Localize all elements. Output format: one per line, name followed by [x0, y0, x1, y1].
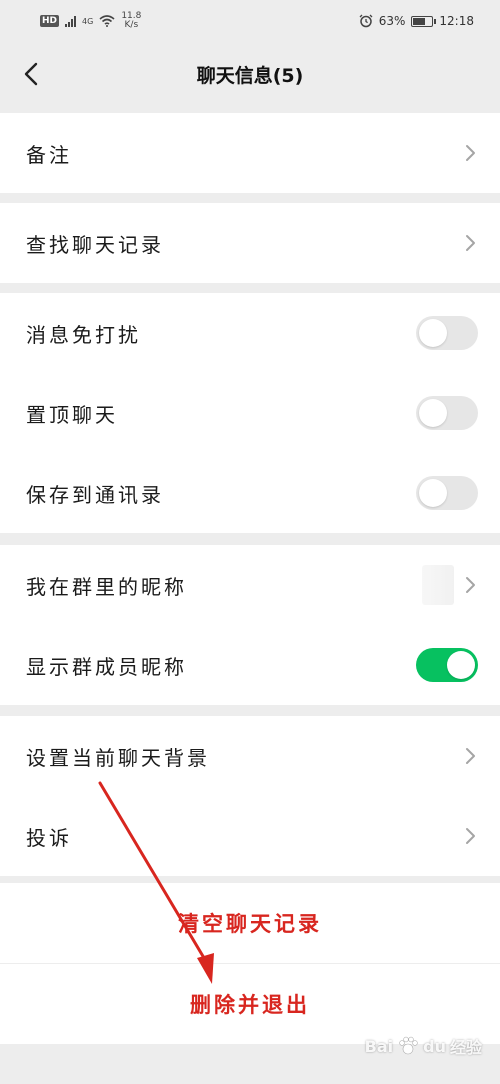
sticky-toggle[interactable]	[416, 396, 478, 430]
wifi-icon	[99, 15, 115, 27]
mute-toggle[interactable]	[416, 316, 478, 350]
battery-icon	[411, 15, 437, 27]
show-nicknames-label: 显示群成员昵称	[26, 654, 187, 679]
nickname-value-blurred	[422, 565, 454, 605]
search-history-group: 查找聊天记录	[0, 203, 500, 283]
baidu-watermark: Bai du 经验	[364, 1036, 482, 1058]
chat-background-label: 设置当前聊天背景	[26, 745, 210, 770]
back-button[interactable]	[14, 54, 48, 94]
chevron-left-icon	[24, 62, 38, 86]
mute-label: 消息免打扰	[26, 322, 141, 347]
delete-exit-label: 删除并退出	[190, 992, 310, 1017]
chevron-right-icon	[466, 235, 475, 251]
complain-row[interactable]: 投诉	[0, 796, 500, 876]
remark-label: 备注	[26, 142, 72, 167]
network-speed: 11.8 K/s	[121, 11, 142, 30]
clock: 12:18	[439, 14, 474, 28]
clear-history-label: 清空聊天记录	[178, 911, 322, 936]
network-type: 4G	[82, 16, 94, 26]
chevron-right-icon	[466, 748, 475, 764]
clear-history-button[interactable]: 清空聊天记录	[0, 883, 500, 963]
save-contacts-toggle[interactable]	[416, 476, 478, 510]
signal-icon	[65, 15, 77, 27]
complain-label: 投诉	[26, 825, 72, 850]
show-nicknames-toggle[interactable]	[416, 648, 478, 682]
page-title: 聊天信息(5)	[196, 64, 304, 87]
chevron-right-icon	[466, 577, 475, 593]
search-history-row[interactable]: 查找聊天记录	[0, 203, 500, 283]
paw-icon	[399, 1036, 418, 1055]
my-nickname-row[interactable]: 我在群里的昵称	[0, 545, 500, 625]
my-nickname-label: 我在群里的昵称	[26, 574, 187, 599]
save-contacts-label: 保存到通讯录	[26, 482, 164, 507]
alarm-icon	[359, 14, 373, 28]
misc-group: 设置当前聊天背景 投诉	[0, 716, 500, 876]
nickname-group: 我在群里的昵称 显示群成员昵称	[0, 545, 500, 705]
search-history-label: 查找聊天记录	[26, 232, 164, 257]
hd-badge: HD	[40, 15, 60, 27]
remark-row[interactable]: 备注	[0, 113, 500, 193]
delete-exit-button[interactable]: 删除并退出	[0, 964, 500, 1044]
chevron-right-icon	[466, 828, 475, 844]
chevron-right-icon	[466, 145, 475, 161]
nav-bar: 聊天信息(5)	[0, 42, 500, 106]
sticky-row: 置顶聊天	[0, 373, 500, 453]
save-contacts-row: 保存到通讯录	[0, 453, 500, 533]
status-bar: HD 4G 11.8 K/s 63% 12:18	[0, 0, 500, 42]
battery-percent: 63%	[378, 14, 406, 28]
chat-background-row[interactable]: 设置当前聊天背景	[0, 716, 500, 796]
show-nicknames-row: 显示群成员昵称	[0, 625, 500, 705]
remark-group: 备注	[0, 113, 500, 193]
mute-row: 消息免打扰	[0, 293, 500, 373]
sticky-label: 置顶聊天	[26, 402, 118, 427]
toggle-group: 消息免打扰 置顶聊天 保存到通讯录	[0, 293, 500, 533]
